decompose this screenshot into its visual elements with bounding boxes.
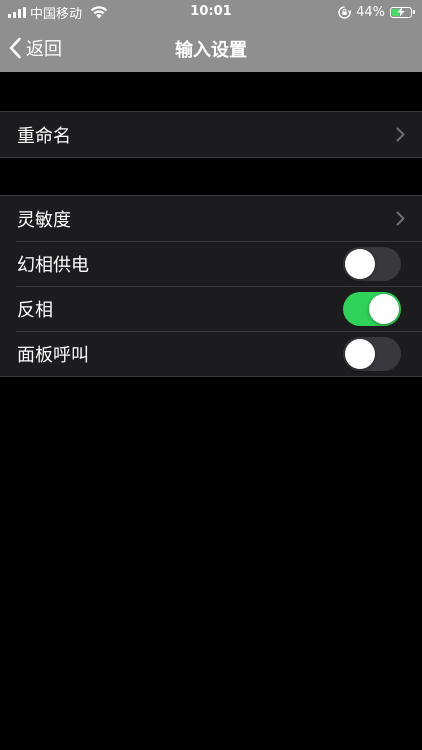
settings-group-input: 灵敏度 幻相供电 反相 面板呼叫 — [0, 195, 422, 377]
phase-invert-row: 反相 — [0, 286, 422, 331]
top-bar: 中国移动 10:01 44% 返回 输入设置 — [0, 0, 422, 72]
panel-call-label: 面板呼叫 — [17, 344, 89, 366]
battery-charging-icon — [390, 6, 415, 18]
panel-call-row: 面板呼叫 — [0, 331, 422, 376]
rename-label: 重命名 — [17, 125, 71, 147]
chevron-right-icon — [396, 211, 405, 226]
panel-call-toggle[interactable] — [343, 337, 401, 371]
phantom-power-toggle[interactable] — [343, 247, 401, 281]
phantom-power-label: 幻相供电 — [17, 254, 89, 276]
toggle-knob — [369, 294, 399, 324]
status-bar: 中国移动 10:01 44% — [0, 0, 422, 24]
battery-percent: 44% — [356, 4, 385, 20]
phase-invert-label: 反相 — [17, 299, 53, 321]
rotation-lock-icon — [338, 5, 352, 19]
toggle-knob — [345, 249, 375, 279]
status-right: 44% — [338, 3, 415, 21]
settings-group-rename: 重命名 — [0, 111, 422, 158]
sensitivity-row[interactable]: 灵敏度 — [0, 196, 422, 241]
rename-row[interactable]: 重命名 — [0, 112, 422, 157]
toggle-knob — [345, 339, 375, 369]
sensitivity-label: 灵敏度 — [17, 209, 71, 231]
navigation-bar: 返回 输入设置 — [0, 24, 422, 72]
phase-invert-toggle[interactable] — [343, 292, 401, 326]
chevron-right-icon — [396, 127, 405, 142]
page-title: 输入设置 — [175, 40, 247, 61]
phantom-power-row: 幻相供电 — [0, 241, 422, 286]
